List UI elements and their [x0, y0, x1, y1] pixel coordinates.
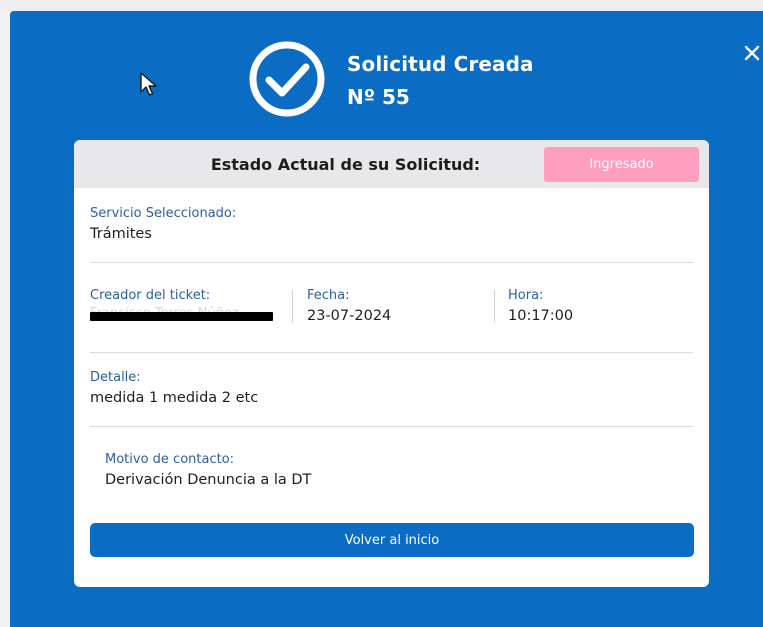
detail-label: Detalle:	[90, 370, 141, 385]
divider	[90, 426, 693, 427]
divider	[90, 262, 693, 263]
time-value: 10:17:00	[508, 308, 574, 324]
reason-value: Derivación Denuncia a la DT	[105, 472, 312, 488]
status-badge: Ingresado	[544, 147, 699, 182]
column-separator	[292, 290, 293, 322]
column-separator	[494, 290, 495, 322]
date-label: Fecha:	[307, 288, 350, 303]
request-status-card: Estado Actual de su Solicitud: Ingresado…	[74, 140, 709, 587]
time-label: Hora:	[508, 288, 544, 303]
redaction-bar	[90, 312, 273, 321]
card-heading: Estado Actual de su Solicitud:	[210, 155, 481, 174]
date-value: 23-07-2024	[307, 308, 392, 324]
check-circle-icon	[249, 41, 325, 117]
close-icon	[744, 45, 760, 61]
mouse-pointer-icon	[140, 72, 157, 96]
modal-title: Solicitud Creada	[347, 52, 534, 76]
detail-value: medida 1 medida 2 etc	[90, 390, 259, 406]
service-label: Servicio Seleccionado:	[90, 206, 237, 221]
service-value: Trámites	[90, 226, 152, 242]
divider	[90, 352, 693, 353]
close-button[interactable]	[740, 41, 763, 65]
back-to-home-button[interactable]: Volver al inicio	[90, 523, 694, 557]
request-number: Nº 55	[347, 85, 410, 109]
creator-label: Creador del ticket:	[90, 288, 211, 303]
reason-label: Motivo de contacto:	[105, 452, 235, 467]
card-header: Estado Actual de su Solicitud: Ingresado	[74, 140, 709, 188]
